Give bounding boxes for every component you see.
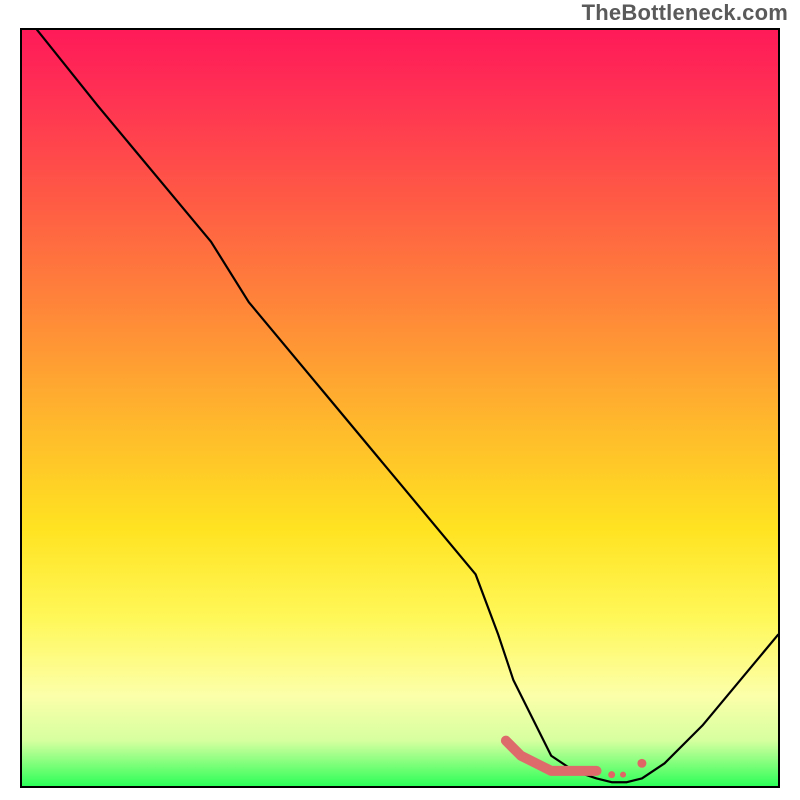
bottleneck-curve-line [37,30,778,782]
chart-container: TheBottleneck.com [0,0,800,800]
highlight-dot [620,772,626,778]
plot-area [20,28,780,788]
watermark-text: TheBottleneck.com [582,0,788,26]
highlight-dot [637,759,646,768]
curve-svg [22,30,778,786]
highlight-dot [608,771,615,778]
highlight-dots-group [608,759,646,778]
